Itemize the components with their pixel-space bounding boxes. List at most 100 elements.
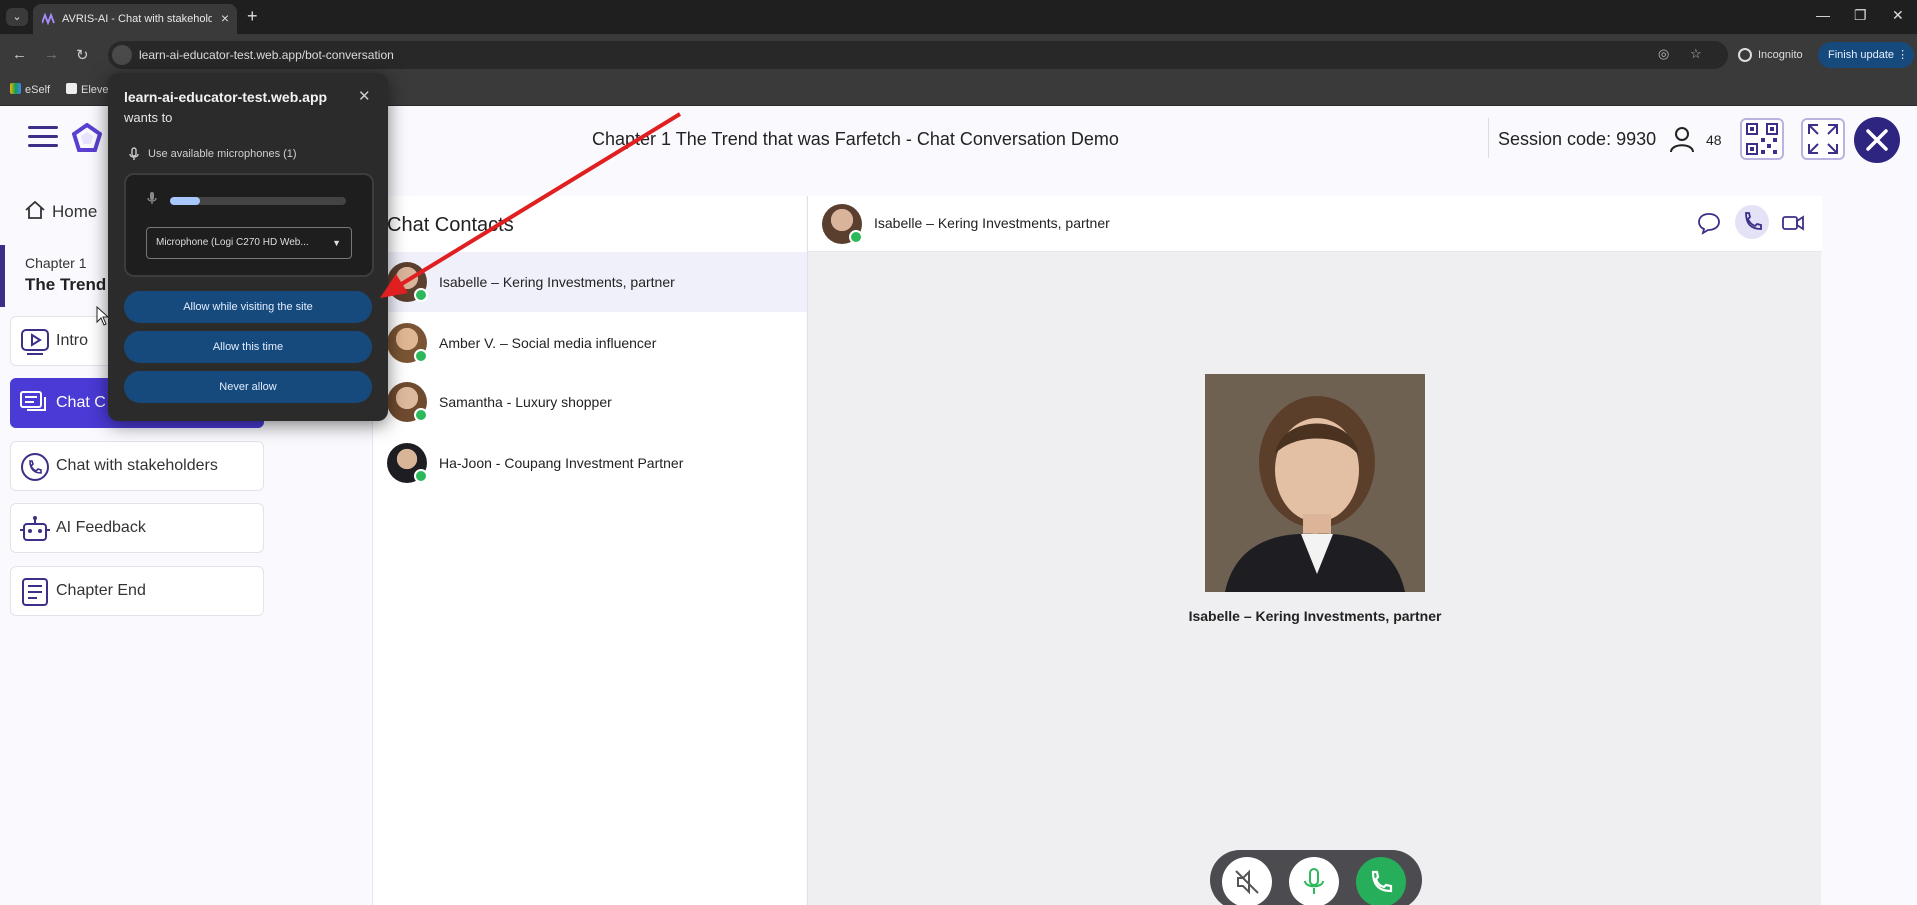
bookmark-eleven[interactable]: Eleve (66, 83, 109, 96)
screen: ⌄ AVRIS-AI - Chat with stakeholde × + — … (0, 0, 1917, 905)
call-controls (1210, 850, 1422, 905)
allow-this-time-button[interactable]: Allow this time (124, 331, 372, 363)
chapter-number: Chapter 1 (25, 255, 87, 271)
message-icon[interactable] (1696, 210, 1722, 236)
qr-code-icon (1746, 123, 1778, 155)
minimize-icon[interactable]: — (1816, 7, 1830, 23)
phone-icon (1371, 870, 1393, 893)
speaker-off-icon (1235, 869, 1259, 895)
chat-icon (20, 391, 46, 411)
permission-wants-to: wants to (124, 110, 173, 125)
tab-search-chevron-icon[interactable]: ⌄ (6, 8, 28, 26)
header-divider (1488, 118, 1489, 158)
eself-icon (10, 83, 21, 94)
contact-name: Samantha - Luxury shopper (439, 394, 612, 410)
chat-contacts-panel: Chat Contacts Isabelle – Kering Investme… (372, 196, 807, 905)
finish-update-button[interactable]: Finish update ⋮ (1818, 42, 1914, 68)
address-bar[interactable]: learn-ai-educator-test.web.app/bot-conve… (108, 41, 1728, 69)
tab-title: AVRIS-AI - Chat with stakeholde (62, 13, 212, 25)
mic-permission-prompt: learn-ai-educator-test.web.app wants to … (108, 73, 388, 421)
fullscreen-button[interactable] (1801, 118, 1845, 160)
document-icon (22, 578, 48, 606)
avris-favicon-icon (42, 13, 55, 25)
sidebar-item-chapter-end[interactable]: Chapter End (10, 566, 264, 616)
bookmark-label: Eleve (81, 84, 109, 96)
incognito-indicator[interactable]: Incognito (1732, 42, 1812, 68)
dropdown-caret-icon: ▼ (332, 238, 341, 248)
sidebar-item-label: Chat C (56, 394, 106, 411)
home-icon (25, 200, 45, 219)
eye-off-icon[interactable]: ◎ (1658, 46, 1669, 62)
sidebar-item-label: Chat with stakeholders (56, 457, 218, 474)
portrait-image (1205, 374, 1425, 592)
sidebar-item-chat-with-stakeholders[interactable]: Chat with stakeholders (10, 441, 264, 491)
online-status-icon (414, 408, 428, 422)
contact-item-ha-joon[interactable]: Ha-Joon - Coupang Investment Partner (373, 433, 807, 493)
close-prompt-icon[interactable]: ✕ (358, 87, 371, 105)
microphone-icon (129, 147, 139, 160)
call-button[interactable] (1356, 857, 1406, 905)
back-icon[interactable]: ← (12, 46, 27, 63)
expand-icon (1808, 124, 1838, 154)
contact-item-amber[interactable]: Amber V. – Social media influencer (373, 313, 807, 373)
never-allow-button[interactable]: Never allow (124, 371, 372, 403)
contact-item-samantha[interactable]: Samantha - Luxury shopper (373, 372, 807, 432)
contact-name: Isabelle – Kering Investments, partner (439, 274, 675, 290)
mute-speaker-button[interactable] (1222, 857, 1272, 905)
reload-icon[interactable]: ↻ (76, 46, 89, 64)
contact-name: Amber V. – Social media influencer (439, 335, 657, 351)
microphone-button[interactable] (1289, 857, 1339, 905)
finish-update-label: Finish update (1828, 49, 1895, 61)
tab-close-icon[interactable]: × (221, 10, 229, 26)
chapter-title: The Trend (25, 275, 107, 294)
browser-toolbar: ← → ↻ learn-ai-educator-test.web.app/bot… (0, 34, 1917, 76)
permission-site: learn-ai-educator-test.web.app (124, 89, 328, 105)
browser-tab[interactable]: AVRIS-AI - Chat with stakeholde × (33, 4, 237, 34)
incognito-icon (1738, 48, 1752, 62)
microphone-select-value: Microphone (Logi C270 HD Web... (156, 237, 309, 248)
home-label: Home (52, 202, 98, 221)
microphone-icon (1304, 868, 1324, 894)
sidebar-item-label: Chapter End (56, 582, 146, 599)
new-tab-button[interactable]: + (247, 6, 258, 27)
online-status-icon (414, 469, 428, 483)
allow-while-visiting-button[interactable]: Allow while visiting the site (124, 291, 372, 323)
sidebar-item-label: AI Feedback (56, 519, 146, 536)
qr-code-button[interactable] (1740, 118, 1784, 160)
permission-description: Use available microphones (1) (148, 148, 297, 160)
sidebar-item-label: Intro (56, 332, 89, 349)
mic-level-icon (147, 192, 157, 204)
user-count: 48 (1706, 132, 1722, 148)
close-session-button[interactable] (1854, 117, 1900, 163)
play-icon (21, 329, 49, 355)
page-title: Chapter 1 The Trend that was Farfetch - … (592, 129, 1119, 149)
browser-tab-strip: ⌄ AVRIS-AI - Chat with stakeholde × + — … (0, 0, 1917, 34)
portrait-caption: Isabelle – Kering Investments, partner (1188, 608, 1442, 624)
user-icon (1670, 127, 1694, 153)
close-icon (1866, 129, 1888, 151)
robot-icon (20, 516, 50, 541)
bookmark-eself[interactable]: eSelf (10, 83, 50, 96)
online-status-icon (849, 230, 863, 244)
contact-item-isabelle[interactable]: Isabelle – Kering Investments, partner (373, 252, 807, 312)
chat-pane: Isabelle – Kering Investments, partner I… (807, 196, 1822, 905)
online-status-icon (414, 349, 428, 363)
session-code: Session code: 9930 (1498, 129, 1657, 149)
mic-level-meter (170, 197, 346, 205)
sidebar-item-ai-feedback[interactable]: AI Feedback (10, 503, 264, 553)
online-status-icon (414, 288, 428, 302)
incognito-label: Incognito (1758, 49, 1803, 61)
contact-name: Ha-Joon - Coupang Investment Partner (439, 455, 684, 471)
forward-icon[interactable]: → (44, 46, 59, 63)
window-close-icon[interactable]: ✕ (1892, 7, 1904, 24)
menu-icon[interactable] (28, 126, 58, 150)
voice-call-button[interactable] (1735, 205, 1769, 239)
restore-icon[interactable]: ❐ (1854, 7, 1867, 24)
star-icon[interactable]: ☆ (1690, 46, 1702, 62)
home-link[interactable]: Home (24, 200, 97, 222)
site-info-icon[interactable] (112, 45, 132, 65)
phone-icon (1745, 212, 1762, 230)
url-text: learn-ai-educator-test.web.app/bot-conve… (139, 48, 394, 62)
video-icon[interactable] (1780, 210, 1806, 236)
microphone-select[interactable]: Microphone (Logi C270 HD Web... ▼ (146, 227, 352, 259)
